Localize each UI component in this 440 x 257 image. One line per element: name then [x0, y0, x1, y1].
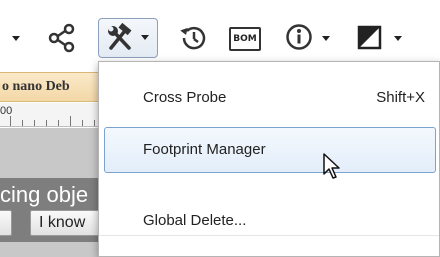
menu-item-cross-probe[interactable]: Cross Probe Shift+X	[99, 74, 439, 122]
info-icon[interactable]	[284, 22, 314, 52]
hint-dismiss-button[interactable]	[0, 210, 12, 236]
ruler-tick	[34, 120, 35, 126]
hint-text: cing obje	[0, 182, 89, 207]
menu-item-global-delete[interactable]: Global Delete...	[99, 197, 439, 245]
tools-dropdown-menu: Cross Probe Shift+X Footprint Manager Gl…	[98, 61, 440, 257]
hint-i-know-label: I know	[39, 214, 86, 231]
ruler-tick	[58, 120, 59, 126]
menu-item-label: Footprint Manager	[143, 141, 266, 158]
chevron-down-icon[interactable]	[12, 36, 20, 41]
bom-icon[interactable]: BOM	[229, 27, 261, 51]
hint-i-know-button[interactable]: I know	[30, 210, 100, 236]
share-icon[interactable]	[46, 22, 76, 54]
menu-item-shortcut: Shift+X	[376, 89, 425, 106]
mouse-cursor-icon	[322, 152, 344, 185]
chevron-down-icon	[141, 35, 149, 40]
horizontal-ruler: 00	[0, 103, 100, 127]
document-title-tab[interactable]: o nano Deb	[0, 72, 100, 102]
tools-menu-button[interactable]	[98, 18, 158, 58]
tools-icon	[105, 23, 135, 53]
document-title: o nano Deb	[2, 79, 70, 94]
ruler-tick	[22, 120, 23, 126]
menu-item-footprint-manager[interactable]: Footprint Manager	[104, 127, 436, 173]
ruler-tick	[94, 120, 95, 126]
menu-divider	[99, 235, 439, 236]
chevron-down-icon[interactable]	[322, 36, 330, 41]
menu-item-label: Global Delete...	[143, 212, 247, 229]
ruler-tick	[70, 116, 71, 126]
ruler-tick	[10, 116, 11, 126]
bom-label: BOM	[233, 34, 257, 44]
menu-item-label: Cross Probe	[143, 89, 227, 106]
ruler-tick	[46, 120, 47, 126]
contrast-icon[interactable]	[356, 24, 384, 52]
chevron-down-icon[interactable]	[394, 36, 402, 41]
history-icon[interactable]	[178, 23, 208, 53]
ruler-tick	[82, 120, 83, 126]
